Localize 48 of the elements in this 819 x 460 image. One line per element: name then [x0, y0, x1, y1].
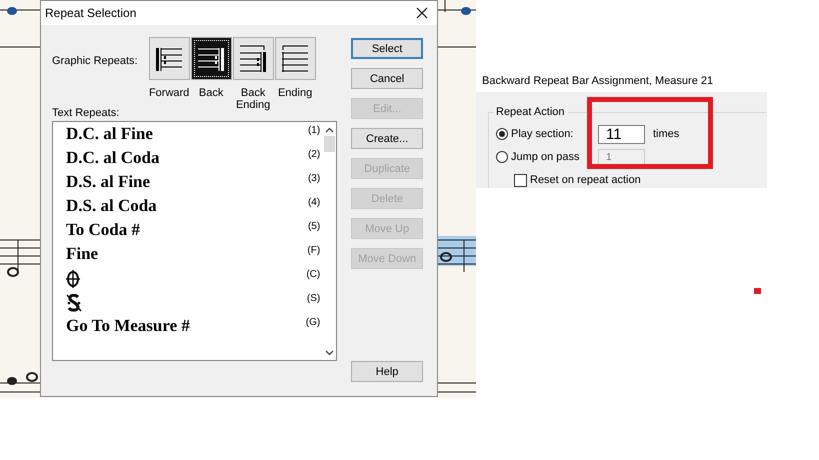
repeat-type-button[interactable]	[190, 37, 232, 80]
shortcut-label: (C)	[306, 269, 320, 280]
radio-label: Play section:	[511, 128, 574, 140]
times-input-field[interactable]: 11	[598, 124, 645, 144]
repeat-type-button[interactable]	[148, 37, 190, 80]
shortcut-label: (2)	[308, 149, 320, 160]
close-icon	[416, 7, 428, 19]
scroll-up-icon[interactable]	[325, 127, 334, 133]
help-button[interactable]: Help	[351, 361, 423, 382]
shortcut-label: (5)	[308, 221, 320, 232]
repeat-type-button[interactable]	[274, 37, 316, 80]
list-item[interactable]: D.S. al Fine	[66, 172, 150, 192]
list-item[interactable]: D.C. al Coda	[66, 148, 160, 168]
list-item[interactable]: D.C. al Fine	[66, 124, 153, 144]
list-item[interactable]: Go To Measure #	[66, 316, 190, 336]
list-item[interactable]: To Coda #	[66, 220, 140, 240]
checkbox[interactable]	[514, 174, 527, 186]
group-label: Repeat Action	[493, 106, 568, 118]
shortcut-label: (G)	[306, 317, 320, 328]
panel-title: Backward Repeat Bar Assignment, Measure 21	[476, 74, 767, 92]
segno-symbol-icon[interactable]	[66, 294, 82, 312]
backward-repeat-ending-icon	[238, 44, 268, 74]
shortcut-label: (S)	[306, 293, 320, 304]
shortcut-label: (4)	[308, 197, 320, 208]
ending-bracket-icon	[280, 44, 310, 74]
shortcut-label: (F)	[307, 245, 320, 256]
dialog-title: Repeat Selection	[45, 6, 136, 20]
list-item[interactable]: D.S. al Coda	[66, 196, 157, 216]
repeat-type-label: Forward	[148, 87, 190, 99]
dialog-button[interactable]: Select	[351, 38, 423, 59]
radio-label: Jump on pass	[511, 151, 580, 163]
dialog-button[interactable]: Create...	[351, 128, 423, 149]
scroll-down-icon[interactable]	[325, 350, 334, 356]
coda-symbol-icon[interactable]	[66, 270, 80, 288]
list-item[interactable]: Fine	[66, 244, 98, 264]
repeat-type-label: Ending	[276, 87, 314, 99]
checkbox-label: Reset on repeat action	[530, 174, 641, 186]
times-label: times	[653, 128, 680, 140]
repeat-type-label: Back Ending	[234, 87, 272, 111]
text-repeats-label: Text Repeats:	[52, 107, 120, 119]
shortcut-label: (1)	[308, 125, 320, 136]
radio-button[interactable]	[496, 128, 508, 140]
repeat-type-label: Back	[198, 87, 224, 99]
scrollbar-thumb[interactable]	[324, 136, 336, 152]
graphic-repeats-label: Graphic Repeats:	[52, 55, 138, 67]
repeat-type-button[interactable]	[232, 37, 274, 80]
shortcut-label: (3)	[308, 173, 320, 184]
dialog-button[interactable]: Cancel	[351, 68, 423, 89]
